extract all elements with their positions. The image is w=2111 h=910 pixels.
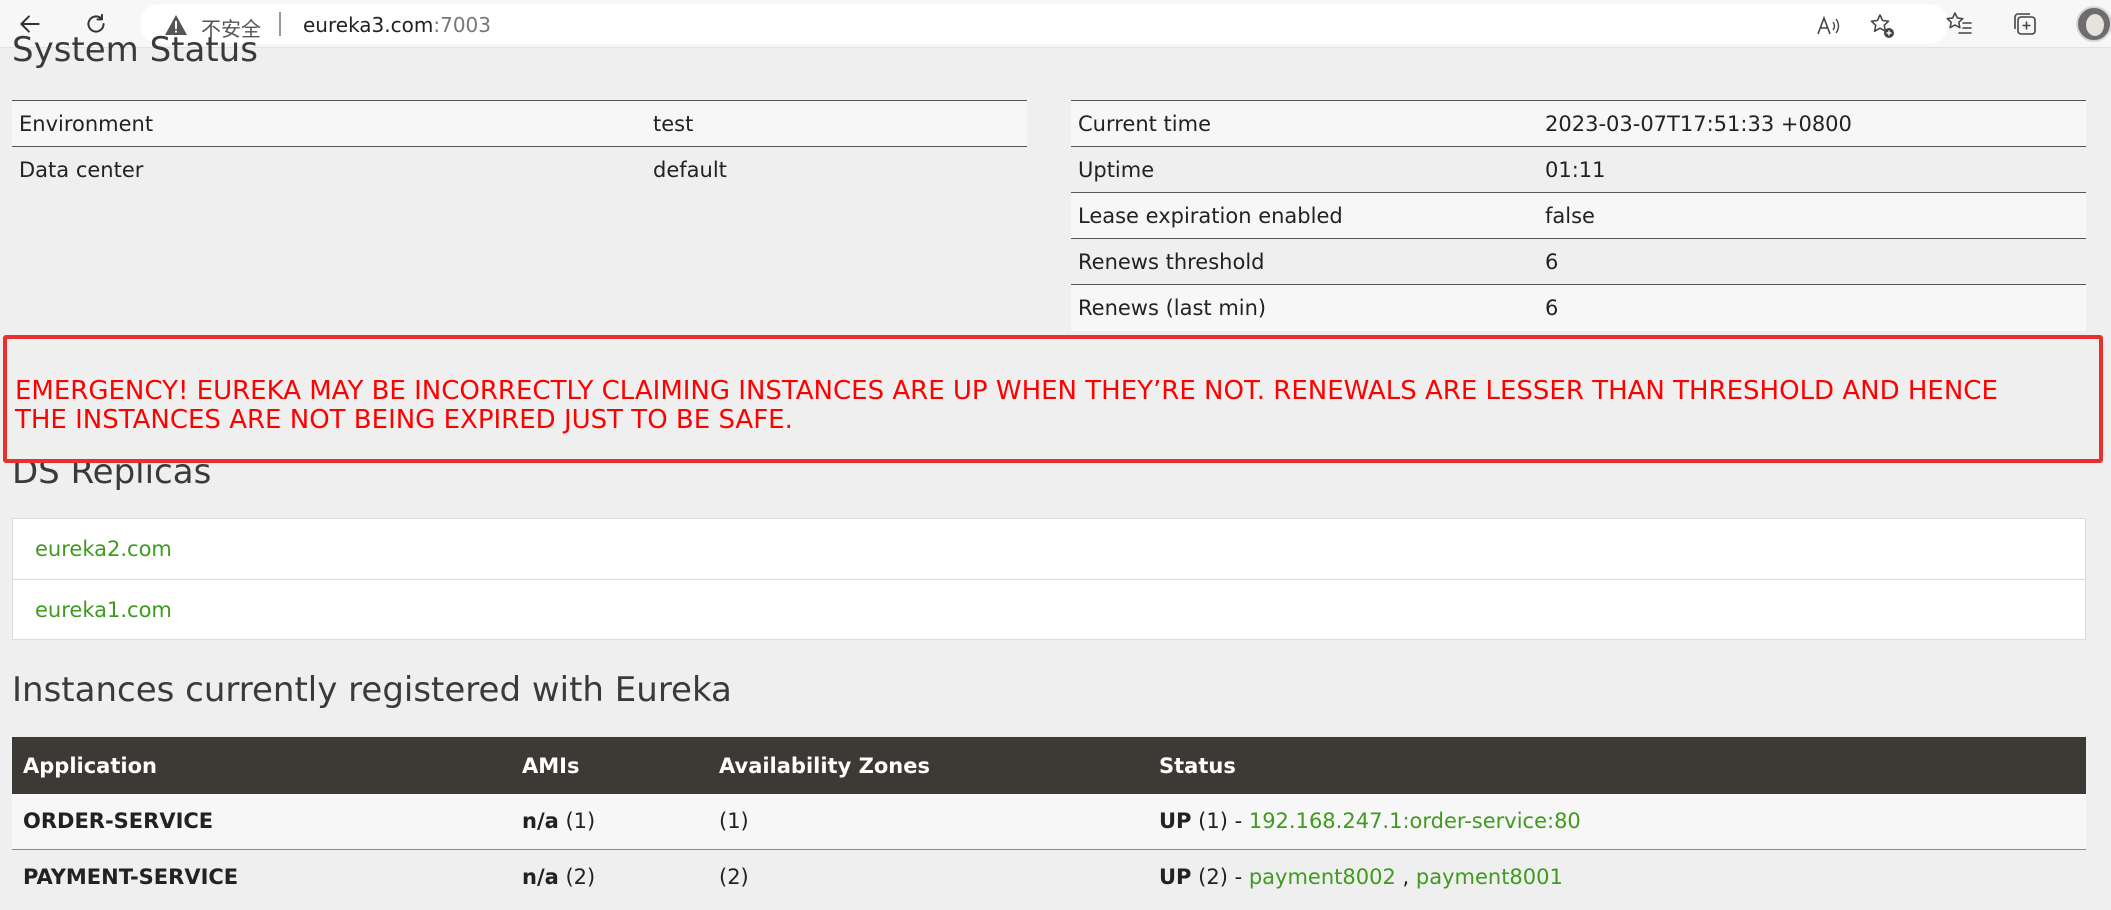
emergency-line-2: THE INSTANCES ARE NOT BEING EXPIRED JUST…	[15, 405, 793, 435]
zones-cell: (2)	[708, 849, 1148, 904]
status-cell: UP (2) - payment8002 , payment8001	[1148, 849, 2086, 904]
emergency-alert: EMERGENCY! EUREKA MAY BE INCORRECTLY CLA…	[3, 335, 2103, 463]
status-row-uptime: Uptime 01:11	[1071, 146, 2086, 193]
ami-cell: n/a (2)	[511, 849, 708, 904]
replica-link[interactable]: eureka2.com	[13, 519, 2085, 579]
profile-avatar[interactable]	[2076, 6, 2111, 42]
status-label: Current time	[1071, 100, 1538, 147]
address-bar[interactable]: 不安全 eureka3.com:7003	[140, 4, 1948, 44]
status-value: default	[646, 146, 1027, 193]
instances-title: Instances currently registered with Eure…	[12, 670, 732, 710]
browser-toolbar: 不安全 eureka3.com:7003	[0, 0, 2111, 48]
address-divider	[279, 12, 281, 36]
favorites-button[interactable]	[1944, 9, 1974, 39]
status-label: Uptime	[1071, 146, 1538, 193]
status-count: (2) -	[1198, 864, 1243, 889]
status-count: (1) -	[1198, 809, 1243, 834]
collections-button[interactable]	[2010, 9, 2040, 39]
status-label: Data center	[12, 146, 646, 193]
status-row-renews-last-min: Renews (last min) 6	[1071, 284, 2086, 331]
ami-label: n/a	[522, 864, 559, 889]
column-header-status: Status	[1148, 737, 2086, 794]
status-value: test	[646, 100, 1027, 147]
instances-table: Application AMIs Availability Zones Stat…	[12, 737, 2086, 904]
status-label: UP	[1159, 809, 1192, 834]
instance-link[interactable]: payment8001	[1416, 865, 1563, 889]
system-status-right-table: Current time 2023-03-07T17:51:33 +0800 U…	[1071, 100, 2086, 331]
column-header-availability-zones: Availability Zones	[708, 737, 1148, 794]
status-label: Environment	[12, 100, 646, 147]
status-value: 01:11	[1538, 146, 2086, 193]
application-name: ORDER-SERVICE	[12, 794, 511, 850]
status-row-lease-expiration: Lease expiration enabled false	[1071, 192, 2086, 239]
column-header-application: Application	[12, 737, 511, 794]
status-row-current-time: Current time 2023-03-07T17:51:33 +0800	[1071, 100, 2086, 147]
status-value: 2023-03-07T17:51:33 +0800	[1538, 100, 2086, 147]
url-text[interactable]: eureka3.com:7003	[303, 13, 491, 37]
status-row-renews-threshold: Renews threshold 6	[1071, 238, 2086, 285]
replica-link[interactable]: eureka1.com	[13, 579, 2085, 639]
url-port: :7003	[433, 13, 491, 37]
status-label: Renews threshold	[1071, 238, 1538, 285]
status-row-data-center: Data center default	[12, 146, 1027, 193]
link-separator: ,	[1402, 864, 1410, 889]
ami-label: n/a	[522, 809, 559, 834]
url-host: eureka3.com	[303, 13, 434, 37]
status-value: 6	[1538, 238, 2086, 285]
column-header-amis: AMIs	[511, 737, 708, 794]
read-aloud-button[interactable]	[1814, 12, 1842, 40]
table-row: PAYMENT-SERVICE n/a (2) (2) UP (2) - pay…	[12, 849, 2086, 904]
system-status-title: System Status	[12, 30, 258, 70]
status-label: Renews (last min)	[1071, 284, 1538, 331]
zones-cell: (1)	[708, 794, 1148, 850]
emergency-line-1: EMERGENCY! EUREKA MAY BE INCORRECTLY CLA…	[15, 376, 1998, 406]
add-favorite-button[interactable]	[1868, 12, 1896, 40]
system-status-left-table: Environment test Data center default	[12, 100, 1027, 193]
ami-count: (1)	[565, 809, 596, 834]
status-value: false	[1538, 192, 2086, 239]
status-row-environment: Environment test	[12, 100, 1027, 147]
status-label: Lease expiration enabled	[1071, 192, 1538, 239]
status-value: 6	[1538, 284, 2086, 331]
status-label: UP	[1159, 864, 1192, 889]
emergency-message: EMERGENCY! EUREKA MAY BE INCORRECTLY CLA…	[15, 377, 2089, 435]
favorites-icon	[1946, 12, 1972, 34]
table-row: ORDER-SERVICE n/a (1) (1) UP (1) - 192.1…	[12, 794, 2086, 850]
read-aloud-icon	[1817, 15, 1840, 35]
collections-icon	[2014, 13, 2036, 35]
application-name: PAYMENT-SERVICE	[12, 849, 511, 904]
ami-cell: n/a (1)	[511, 794, 708, 850]
instances-header-row: Application AMIs Availability Zones Stat…	[12, 737, 2086, 794]
status-cell: UP (1) - 192.168.247.1:order-service:80	[1148, 794, 2086, 850]
instance-link[interactable]: 192.168.247.1:order-service:80	[1249, 809, 1581, 833]
star-add-icon	[1870, 14, 1894, 38]
instance-link[interactable]: payment8002	[1249, 865, 1396, 889]
ds-replicas-list: eureka2.com eureka1.com	[12, 518, 2086, 640]
ami-count: (2)	[565, 864, 596, 889]
